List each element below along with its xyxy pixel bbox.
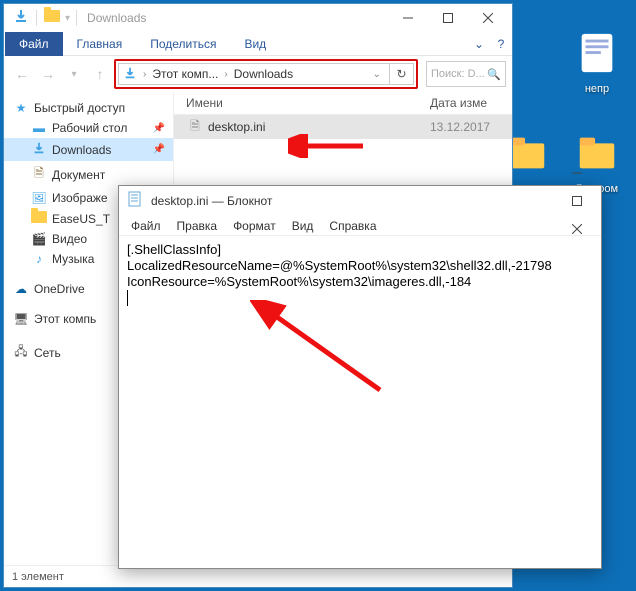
address-bar-highlight: › Этот комп... › Downloads ⌄ ↻ bbox=[114, 59, 418, 89]
file-name: desktop.ini bbox=[208, 120, 430, 134]
folder-icon[interactable] bbox=[41, 9, 63, 27]
ini-file-icon: 🗎 bbox=[186, 117, 204, 138]
address-dropdown-icon[interactable]: ⌄ bbox=[369, 69, 385, 80]
chevron-right-icon[interactable]: › bbox=[220, 69, 231, 80]
music-icon: ♪ bbox=[30, 252, 48, 266]
sidebar-item-documents[interactable]: 🗎Документ bbox=[4, 161, 173, 188]
notepad-content: [.ShellClassInfo] LocalizedResourceName=… bbox=[127, 242, 552, 289]
tab-home[interactable]: Главная bbox=[63, 32, 137, 56]
breadcrumb-root[interactable]: Этот комп... bbox=[150, 67, 220, 81]
tab-share[interactable]: Поделиться bbox=[136, 32, 230, 56]
network-icon: 🖧 bbox=[12, 342, 30, 363]
pc-icon: 🖥 bbox=[12, 312, 30, 326]
pin-icon: 📌 bbox=[153, 144, 165, 155]
notepad-menubar: Файл Правка Формат Вид Справка bbox=[119, 216, 601, 236]
minimize-button[interactable] bbox=[388, 4, 428, 32]
chevron-right-icon[interactable]: › bbox=[139, 69, 150, 80]
minimize-button[interactable] bbox=[557, 159, 597, 187]
maximize-button[interactable] bbox=[557, 187, 597, 215]
notepad-window: desktop.ini — Блокнот Файл Правка Формат… bbox=[118, 185, 602, 569]
sidebar-quick-access[interactable]: ★Быстрый доступ bbox=[4, 98, 173, 118]
text-cursor bbox=[127, 290, 128, 306]
tab-file[interactable]: Файл bbox=[5, 32, 63, 56]
video-icon: 🎬 bbox=[30, 232, 48, 246]
notepad-text-area[interactable]: [.ShellClassInfo] LocalizedResourceName=… bbox=[119, 236, 601, 568]
nav-up-button[interactable]: ↑ bbox=[88, 60, 112, 88]
file-row[interactable]: 🗎 desktop.ini 13.12.2017 bbox=[174, 115, 512, 139]
qat-dropdown-icon[interactable]: ▾ bbox=[63, 13, 72, 24]
ribbon-tabs: Файл Главная Поделиться Вид ⌄ ? bbox=[4, 32, 512, 56]
nav-back-button[interactable]: ← bbox=[10, 60, 34, 88]
pin-icon: 📌 bbox=[153, 123, 165, 134]
column-name[interactable]: Имени bbox=[186, 96, 430, 110]
folder-icon bbox=[30, 211, 48, 226]
downloads-icon bbox=[30, 141, 48, 158]
maximize-button[interactable] bbox=[428, 4, 468, 32]
downloads-icon bbox=[10, 8, 32, 29]
desktop-icon[interactable]: непр bbox=[562, 30, 632, 95]
address-row: ← → ▾ ↑ › Этот комп... › Downloads ⌄ ↻ П… bbox=[4, 56, 512, 92]
address-bar[interactable]: › Этот комп... › Downloads ⌄ bbox=[118, 63, 390, 85]
file-date: 13.12.2017 bbox=[430, 120, 510, 134]
menu-edit[interactable]: Правка bbox=[169, 219, 226, 233]
star-icon: ★ bbox=[12, 101, 30, 115]
refresh-button[interactable]: ↻ bbox=[390, 63, 414, 85]
breadcrumb-folder[interactable]: Downloads bbox=[232, 67, 295, 81]
notepad-title: desktop.ini — Блокнот bbox=[151, 194, 557, 208]
pictures-icon: 🖼 bbox=[30, 191, 48, 205]
menu-format[interactable]: Формат bbox=[225, 219, 284, 233]
status-text: 1 элемент bbox=[12, 571, 64, 583]
downloads-icon-small bbox=[123, 66, 137, 83]
search-icon: 🔍 bbox=[487, 68, 501, 81]
notepad-titlebar: desktop.ini — Блокнот bbox=[119, 186, 601, 216]
desktop-icon: ▬ bbox=[30, 121, 48, 135]
nav-history-dropdown[interactable]: ▾ bbox=[62, 60, 86, 88]
search-placeholder: Поиск: D... bbox=[431, 68, 485, 80]
onedrive-icon: ☁ bbox=[12, 282, 30, 296]
notepad-icon bbox=[127, 191, 145, 212]
column-date[interactable]: Дата изме bbox=[430, 96, 510, 110]
sidebar-item-desktop[interactable]: ▬Рабочий стол📌 bbox=[4, 118, 173, 138]
ribbon-help-icon[interactable]: ? bbox=[490, 37, 512, 51]
sidebar-item-downloads[interactable]: Downloads📌 bbox=[4, 138, 173, 161]
documents-icon: 🗎 bbox=[30, 164, 48, 185]
menu-help[interactable]: Справка bbox=[321, 219, 384, 233]
window-title: Downloads bbox=[87, 11, 388, 25]
nav-forward-button[interactable]: → bbox=[36, 60, 60, 88]
desktop-icon-label: непр bbox=[562, 83, 632, 95]
ribbon-expand-icon[interactable]: ⌄ bbox=[468, 37, 490, 51]
menu-file[interactable]: Файл bbox=[123, 219, 169, 233]
tab-view[interactable]: Вид bbox=[230, 32, 280, 56]
close-button[interactable] bbox=[468, 4, 508, 32]
explorer-titlebar: ▾ Downloads bbox=[4, 4, 512, 32]
menu-view[interactable]: Вид bbox=[284, 219, 322, 233]
search-input[interactable]: Поиск: D... 🔍 bbox=[426, 61, 506, 87]
